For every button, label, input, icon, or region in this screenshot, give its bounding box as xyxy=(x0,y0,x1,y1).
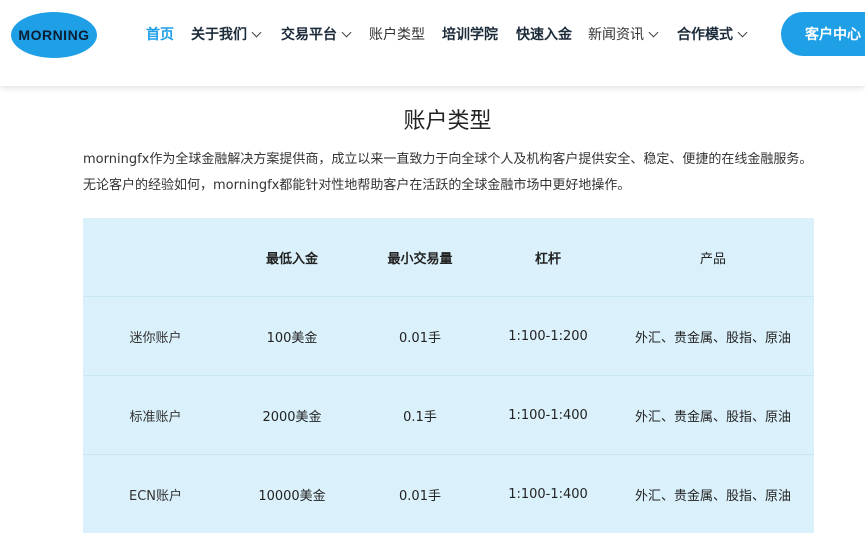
table-cell: ECN账户 xyxy=(83,455,228,533)
table-cell: 外汇、贵金属、股指、原油 xyxy=(612,455,814,533)
table-cell: 0.01手 xyxy=(356,297,484,376)
table-header-cell xyxy=(83,218,228,297)
main-nav: 首页 关于我们 交易平台 账户类型 培训学院 快速入金 新闻资讯 合作模式 xyxy=(0,0,780,70)
table-row: 迷你账户 100美金 0.01手 1:100-1:200 外汇、贵金属、股指、原… xyxy=(83,297,814,376)
nav-item-news[interactable]: 新闻资讯 xyxy=(588,24,657,44)
nav-item-platform[interactable]: 交易平台 xyxy=(281,24,350,44)
table-row: ECN账户 10000美金 0.01手 1:100-1:400 外汇、贵金属、股… xyxy=(83,455,814,533)
nav-label: 交易平台 xyxy=(281,24,337,44)
table-cell: 0.1手 xyxy=(356,376,484,455)
table-cell: 2000美金 xyxy=(228,376,356,455)
intro-text: morningfx作为全球金融解决方案提供商，成立以来一直致力于向全球个人及机构… xyxy=(83,147,818,199)
nav-item-account-types[interactable]: 账户类型 xyxy=(369,24,425,44)
nav-item-partnership[interactable]: 合作模式 xyxy=(677,24,746,44)
nav-label: 关于我们 xyxy=(191,24,247,44)
nav-item-quick-deposit[interactable]: 快速入金 xyxy=(516,24,572,44)
table-cell: 外汇、贵金属、股指、原油 xyxy=(612,297,814,376)
table-cell: 0.01手 xyxy=(356,455,484,533)
table-cell: 外汇、贵金属、股指、原油 xyxy=(612,376,814,455)
nav-label: 培训学院 xyxy=(442,24,498,44)
nav-item-home[interactable]: 首页 xyxy=(146,24,174,44)
nav-label: 首页 xyxy=(146,24,174,44)
site-header: MORNING 首页 关于我们 交易平台 账户类型 培训学院 快速入金 新闻资讯… xyxy=(0,0,865,86)
table-cell: 1:100-1:200 xyxy=(484,297,612,376)
table-cell: 标准账户 xyxy=(83,376,228,455)
table-cell: 100美金 xyxy=(228,297,356,376)
table-cell: 1:100-1:400 xyxy=(484,376,612,455)
nav-label: 新闻资讯 xyxy=(588,24,644,44)
table-header-cell: 最低入金 xyxy=(228,218,356,297)
chevron-down-icon xyxy=(649,27,659,37)
nav-label: 合作模式 xyxy=(677,24,733,44)
table-header-cell: 最小交易量 xyxy=(356,218,484,297)
table-header-cell: 产品 xyxy=(612,218,814,297)
table-row: 标准账户 2000美金 0.1手 1:100-1:400 外汇、贵金属、股指、原… xyxy=(83,376,814,455)
table-cell: 10000美金 xyxy=(228,455,356,533)
nav-label: 快速入金 xyxy=(516,24,572,44)
nav-item-about[interactable]: 关于我们 xyxy=(191,24,260,44)
chevron-down-icon xyxy=(342,27,352,37)
chevron-down-icon xyxy=(252,27,262,37)
nav-item-academy[interactable]: 培训学院 xyxy=(442,24,498,44)
account-types-table: 最低入金 最小交易量 杠杆 产品 迷你账户 100美金 0.01手 1:100-… xyxy=(83,218,814,533)
page-title: 账户类型 xyxy=(0,103,865,135)
nav-label: 账户类型 xyxy=(369,24,425,44)
client-center-button[interactable]: 客户中心 xyxy=(781,12,865,56)
table-header-cell: 杠杆 xyxy=(484,218,612,297)
chevron-down-icon xyxy=(738,27,748,37)
table-cell: 迷你账户 xyxy=(83,297,228,376)
table-header-row: 最低入金 最小交易量 杠杆 产品 xyxy=(83,218,814,297)
table-cell: 1:100-1:400 xyxy=(484,455,612,533)
